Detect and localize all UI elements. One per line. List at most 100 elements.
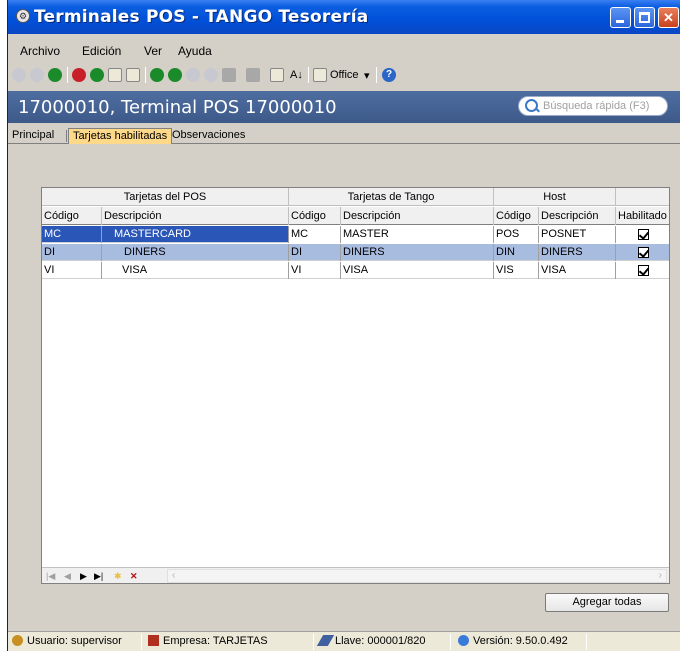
minimize-icon bbox=[616, 20, 624, 23]
previous-icon[interactable] bbox=[168, 68, 182, 82]
column-header[interactable]: Descripción bbox=[539, 207, 616, 225]
add-all-button[interactable]: Agregar todas bbox=[545, 593, 669, 612]
filter-icon[interactable] bbox=[246, 68, 260, 82]
first-icon[interactable] bbox=[150, 68, 164, 82]
window-title: Terminales POS - TANGO Tesorería bbox=[34, 7, 369, 27]
table-row[interactable]: MC MASTERCARD MC MASTER POS POSNET bbox=[42, 226, 669, 243]
table-row[interactable]: VI VISA VI VISA VIS VISA bbox=[42, 262, 669, 279]
copy-icon[interactable] bbox=[126, 68, 140, 82]
horizontal-scrollbar[interactable]: ‹ › bbox=[167, 569, 667, 583]
close-button[interactable]: ✕ bbox=[658, 7, 679, 28]
enabled-checkbox[interactable] bbox=[638, 247, 649, 258]
quick-search-placeholder: Búsqueda rápida (F3) bbox=[543, 100, 650, 112]
cell-pos-desc[interactable]: MASTERCARD bbox=[102, 226, 289, 243]
office-button[interactable]: Office bbox=[330, 69, 359, 81]
scroll-right-icon[interactable]: › bbox=[659, 570, 662, 581]
group-header-tango: Tarjetas de Tango bbox=[289, 188, 494, 206]
menu-ver[interactable]: Ver bbox=[144, 44, 162, 58]
cell-host-code[interactable]: VIS bbox=[494, 262, 539, 279]
sort-icon[interactable]: A↓ bbox=[290, 69, 303, 81]
add-icon[interactable] bbox=[48, 68, 62, 82]
toolbar-separator bbox=[308, 67, 309, 83]
cell-enabled[interactable] bbox=[616, 226, 669, 243]
cell-host-code[interactable]: DIN bbox=[494, 244, 539, 261]
status-version: Versión: 9.50.0.492 bbox=[458, 635, 568, 647]
cancel-icon[interactable] bbox=[30, 68, 44, 82]
delete-icon[interactable] bbox=[72, 68, 86, 82]
record-title: 17000010, Terminal POS 17000010 bbox=[18, 97, 337, 118]
tab-observaciones[interactable]: Observaciones bbox=[168, 128, 249, 144]
user-icon bbox=[12, 635, 23, 646]
modify-icon[interactable] bbox=[90, 68, 104, 82]
close-icon: ✕ bbox=[663, 10, 674, 25]
column-header[interactable]: Código bbox=[42, 207, 102, 225]
menu-edicion[interactable]: Edición bbox=[82, 44, 121, 58]
cell-host-desc[interactable]: POSNET bbox=[539, 226, 616, 243]
insert-record-icon[interactable]: ✱ bbox=[114, 570, 122, 582]
scroll-left-icon[interactable]: ‹ bbox=[172, 570, 175, 581]
minimize-button[interactable] bbox=[610, 7, 631, 28]
group-header-host: Host bbox=[494, 188, 616, 206]
grid-navigator: |◀ ◀ ▶ ▶| ✱ ✕ ‹ › bbox=[42, 567, 669, 583]
toolbar-separator bbox=[67, 67, 68, 83]
cell-pos-desc[interactable]: VISA bbox=[102, 262, 289, 279]
last-record-icon[interactable]: ▶| bbox=[94, 570, 103, 582]
menu-ayuda[interactable]: Ayuda bbox=[178, 44, 212, 58]
enabled-checkbox[interactable] bbox=[638, 229, 649, 240]
next-record-icon[interactable]: ▶ bbox=[80, 570, 87, 582]
view-icon[interactable] bbox=[222, 68, 236, 82]
delete-record-icon[interactable]: ✕ bbox=[130, 570, 138, 582]
cell-pos-desc[interactable]: DINERS bbox=[102, 244, 289, 261]
maximize-icon bbox=[639, 12, 650, 23]
cell-tango-code[interactable]: DI bbox=[289, 244, 341, 261]
cell-host-desc[interactable]: VISA bbox=[539, 262, 616, 279]
help-icon[interactable]: ? bbox=[382, 68, 396, 82]
title-bar[interactable]: ⚙ Terminales POS - TANGO Tesorería ✕ bbox=[8, 0, 680, 34]
status-key: Llave: 000001/820 bbox=[316, 635, 426, 647]
key-icon bbox=[316, 635, 335, 646]
tab-principal[interactable]: Principal bbox=[8, 128, 58, 144]
cell-pos-code[interactable]: MC bbox=[42, 226, 102, 243]
cell-host-code[interactable]: POS bbox=[494, 226, 539, 243]
tab-tarjetas-habilitadas[interactable]: Tarjetas habilitadas bbox=[68, 128, 173, 144]
column-header[interactable]: Código bbox=[289, 207, 341, 225]
previous-record-icon[interactable]: ◀ bbox=[64, 570, 71, 582]
confirm-icon[interactable] bbox=[12, 68, 26, 82]
column-header[interactable]: Descripción bbox=[102, 207, 289, 225]
enabled-checkbox[interactable] bbox=[638, 265, 649, 276]
cell-tango-desc[interactable]: DINERS bbox=[341, 244, 494, 261]
last-icon[interactable] bbox=[204, 68, 218, 82]
tab-strip: Principal Tarjetas habilitadas Observaci… bbox=[8, 128, 680, 144]
first-record-icon[interactable]: |◀ bbox=[46, 570, 55, 582]
next-icon[interactable] bbox=[186, 68, 200, 82]
menu-archivo[interactable]: Archivo bbox=[20, 44, 60, 58]
cell-tango-code[interactable]: MC bbox=[289, 226, 341, 243]
cell-tango-code[interactable]: VI bbox=[289, 262, 341, 279]
cell-tango-desc[interactable]: MASTER bbox=[341, 226, 494, 243]
maximize-button[interactable] bbox=[634, 7, 655, 28]
quick-search-input[interactable]: Búsqueda rápida (F3) bbox=[518, 96, 668, 116]
company-icon bbox=[148, 635, 159, 646]
cell-enabled[interactable] bbox=[616, 244, 669, 261]
cell-pos-code[interactable]: VI bbox=[42, 262, 102, 279]
toolbar: A↓ Office ▾ ? bbox=[8, 66, 680, 86]
cards-grid[interactable]: Tarjetas del POS Tarjetas de Tango Host … bbox=[41, 187, 670, 584]
grid-column-header: Código Descripción Código Descripción Có… bbox=[42, 207, 669, 225]
column-header[interactable]: Habilitado bbox=[616, 207, 669, 225]
application-window: ⚙ Terminales POS - TANGO Tesorería ✕ Arc… bbox=[7, 0, 680, 651]
table-row[interactable]: DI DINERS DI DINERS DIN DINERS bbox=[42, 244, 669, 261]
status-bar: Usuario: supervisor Empresa: TARJETAS Ll… bbox=[8, 631, 680, 651]
cell-tango-desc[interactable]: VISA bbox=[341, 262, 494, 279]
app-icon: ⚙ bbox=[16, 9, 30, 23]
office-icon[interactable] bbox=[313, 68, 327, 82]
cell-enabled[interactable] bbox=[616, 262, 669, 279]
column-header[interactable]: Código bbox=[494, 207, 539, 225]
chevron-down-icon[interactable]: ▾ bbox=[364, 69, 370, 82]
column-header[interactable]: Descripción bbox=[341, 207, 494, 225]
columns-icon[interactable] bbox=[270, 68, 284, 82]
cell-host-desc[interactable]: DINERS bbox=[539, 244, 616, 261]
edit-icon[interactable] bbox=[108, 68, 122, 82]
toolbar-separator bbox=[145, 67, 146, 83]
group-header-pos: Tarjetas del POS bbox=[42, 188, 289, 206]
cell-pos-code[interactable]: DI bbox=[42, 244, 102, 261]
